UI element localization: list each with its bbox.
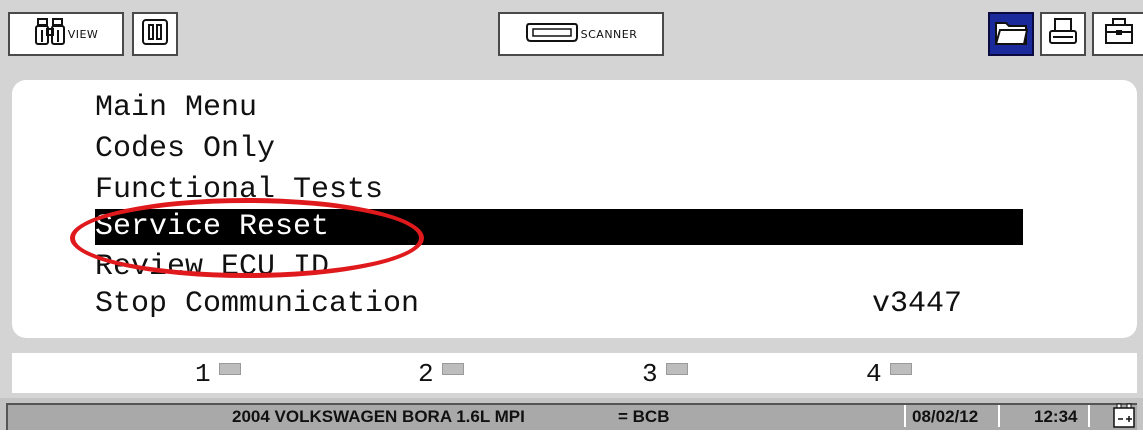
status-code: = BCB [618, 407, 670, 426]
folder-button[interactable] [988, 12, 1034, 56]
pause-button[interactable] [132, 12, 178, 56]
menu-item-functional-tests[interactable]: Functional Tests [95, 172, 383, 208]
led-indicator-icon [665, 363, 688, 375]
print-button[interactable] [1040, 12, 1086, 56]
led-indicator-icon [218, 363, 241, 375]
vehicle-info: 2004 VOLKSWAGEN BORA 1.6L MPI [232, 407, 525, 426]
view-button-label: VIEW [67, 27, 99, 41]
function-key-number: 3 [642, 359, 658, 389]
status-divider [998, 405, 1000, 427]
folder-icon [994, 17, 1029, 52]
function-key-1[interactable]: 1 [195, 356, 241, 392]
menu-item-codes-only[interactable]: Codes Only [95, 131, 275, 167]
function-key-number: 2 [418, 359, 434, 389]
status-date: 08/02/12 [912, 407, 979, 426]
status-divider [904, 405, 906, 427]
function-key-number: 1 [195, 359, 211, 389]
status-divider [1088, 405, 1090, 427]
function-key-number: 4 [866, 359, 882, 389]
printer-icon [1047, 16, 1079, 53]
led-indicator-icon [441, 363, 464, 375]
function-key-3[interactable]: 3 [642, 356, 688, 392]
menu-item-service-reset[interactable]: Service Reset [95, 209, 1023, 245]
binoculars-icon [34, 16, 66, 53]
menu-item-stop-communication[interactable]: Stop Communication [95, 286, 419, 322]
view-button[interactable]: VIEW [8, 12, 124, 56]
toolbox-icon [1103, 16, 1135, 53]
menu-item-review-ecu-id[interactable]: Review ECU ID [95, 249, 329, 285]
scanner-icon [525, 19, 579, 50]
function-key-2[interactable]: 2 [418, 356, 464, 392]
scanner-button-label: SCANNER [580, 27, 638, 41]
scanner-button[interactable]: SCANNER [498, 12, 664, 56]
status-time: 12:34 [1034, 407, 1078, 426]
menu-item-main-menu[interactable]: Main Menu [95, 90, 257, 126]
battery-icon [1112, 403, 1136, 429]
toolbox-button[interactable] [1092, 12, 1143, 56]
version-label: v3447 [872, 287, 963, 321]
pause-icon [141, 18, 169, 51]
led-indicator-icon [889, 363, 912, 375]
function-key-4[interactable]: 4 [866, 356, 912, 392]
function-key-panel [12, 353, 1137, 393]
